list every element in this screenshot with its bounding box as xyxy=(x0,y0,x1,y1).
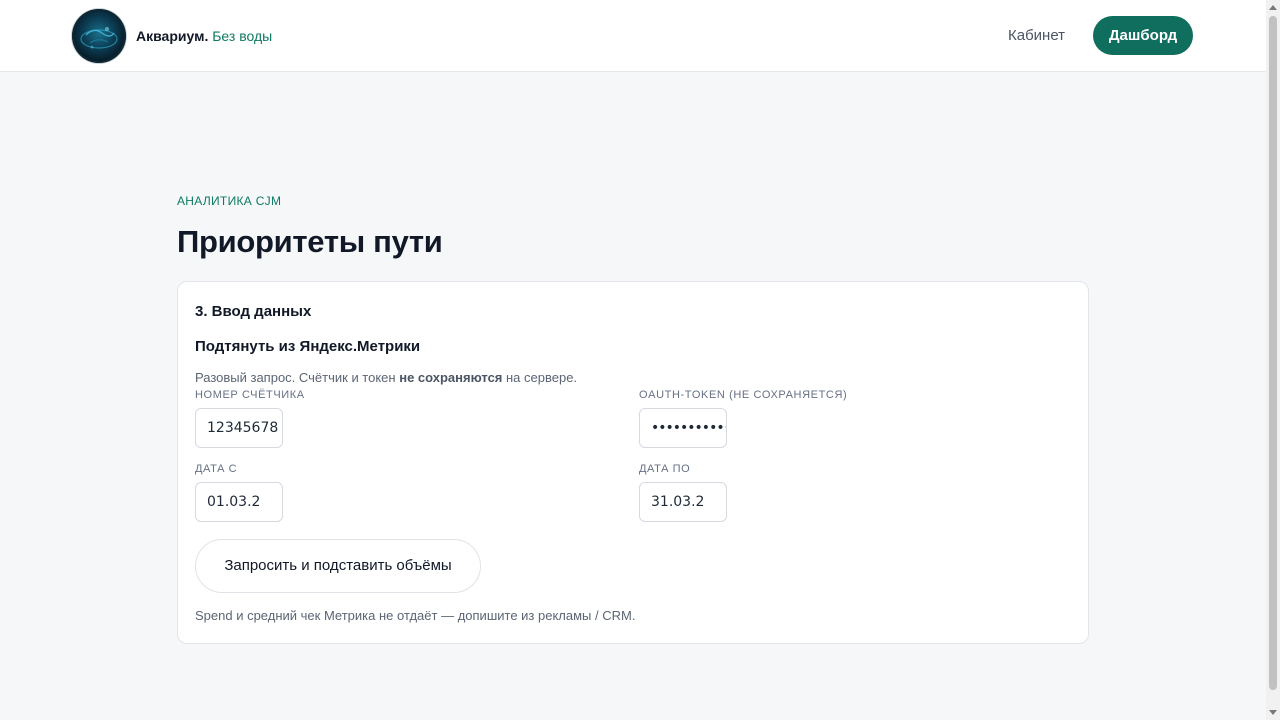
token-input[interactable]: •••••••••••• xyxy=(639,408,727,448)
top-header: Аквариум. Без воды Кабинет Дашборд xyxy=(0,0,1266,72)
token-label: OAUTH-TOKEN (НЕ СОХРАНЯЕТСЯ) xyxy=(639,389,848,401)
privacy-note-end: на сервере. xyxy=(502,370,578,385)
data-input-card: 3. Ввод данных Подтянуть из Яндекс.Метри… xyxy=(177,281,1089,644)
scroll-down-arrow-icon[interactable] xyxy=(1269,710,1277,715)
page-title: Приоритеты пути xyxy=(177,224,443,259)
nav-dashboard-button[interactable]: Дашборд xyxy=(1093,16,1193,55)
date-from-input[interactable]: 01.03.2 xyxy=(195,482,283,522)
page: Аквариум. Без воды Кабинет Дашборд АНАЛИ… xyxy=(0,0,1280,720)
date-from-label: ДАТА С xyxy=(195,463,238,475)
page-scrollbar[interactable] xyxy=(1266,0,1280,720)
brand-title[interactable]: Аквариум. Без воды xyxy=(136,27,272,45)
brand-tagline: Без воды xyxy=(212,28,273,44)
counter-input[interactable]: 12345678 xyxy=(195,408,283,448)
section-title: 3. Ввод данных xyxy=(195,303,312,320)
privacy-note-bold: не сохраняются xyxy=(399,370,503,385)
scroll-up-arrow-icon[interactable] xyxy=(1269,5,1277,10)
brand-name: Аквариум. xyxy=(136,28,209,44)
date-to-input[interactable]: 31.03.2 xyxy=(639,482,727,522)
page-eyebrow: АНАЛИТИКА CJM xyxy=(177,194,282,208)
aquarium-logo-icon[interactable] xyxy=(72,9,126,63)
metrika-footnote: Spend и средний чек Метрика не отдаёт — … xyxy=(195,608,636,623)
privacy-note: Разовый запрос. Счётчик и токен не сохра… xyxy=(195,370,577,386)
date-to-label: ДАТА ПО xyxy=(639,463,691,475)
request-volumes-button[interactable]: Запросить и подставить объёмы xyxy=(195,539,481,593)
nav-cabinet-link[interactable]: Кабинет xyxy=(1008,26,1065,46)
scroll-thumb[interactable] xyxy=(1269,16,1277,690)
privacy-note-start: Разовый запрос. Счётчик и токен xyxy=(195,370,400,385)
metrika-subtitle: Подтянуть из Яндекс.Метрики xyxy=(195,338,421,355)
counter-label: НОМЕР СЧЁТЧИКА xyxy=(195,389,305,401)
